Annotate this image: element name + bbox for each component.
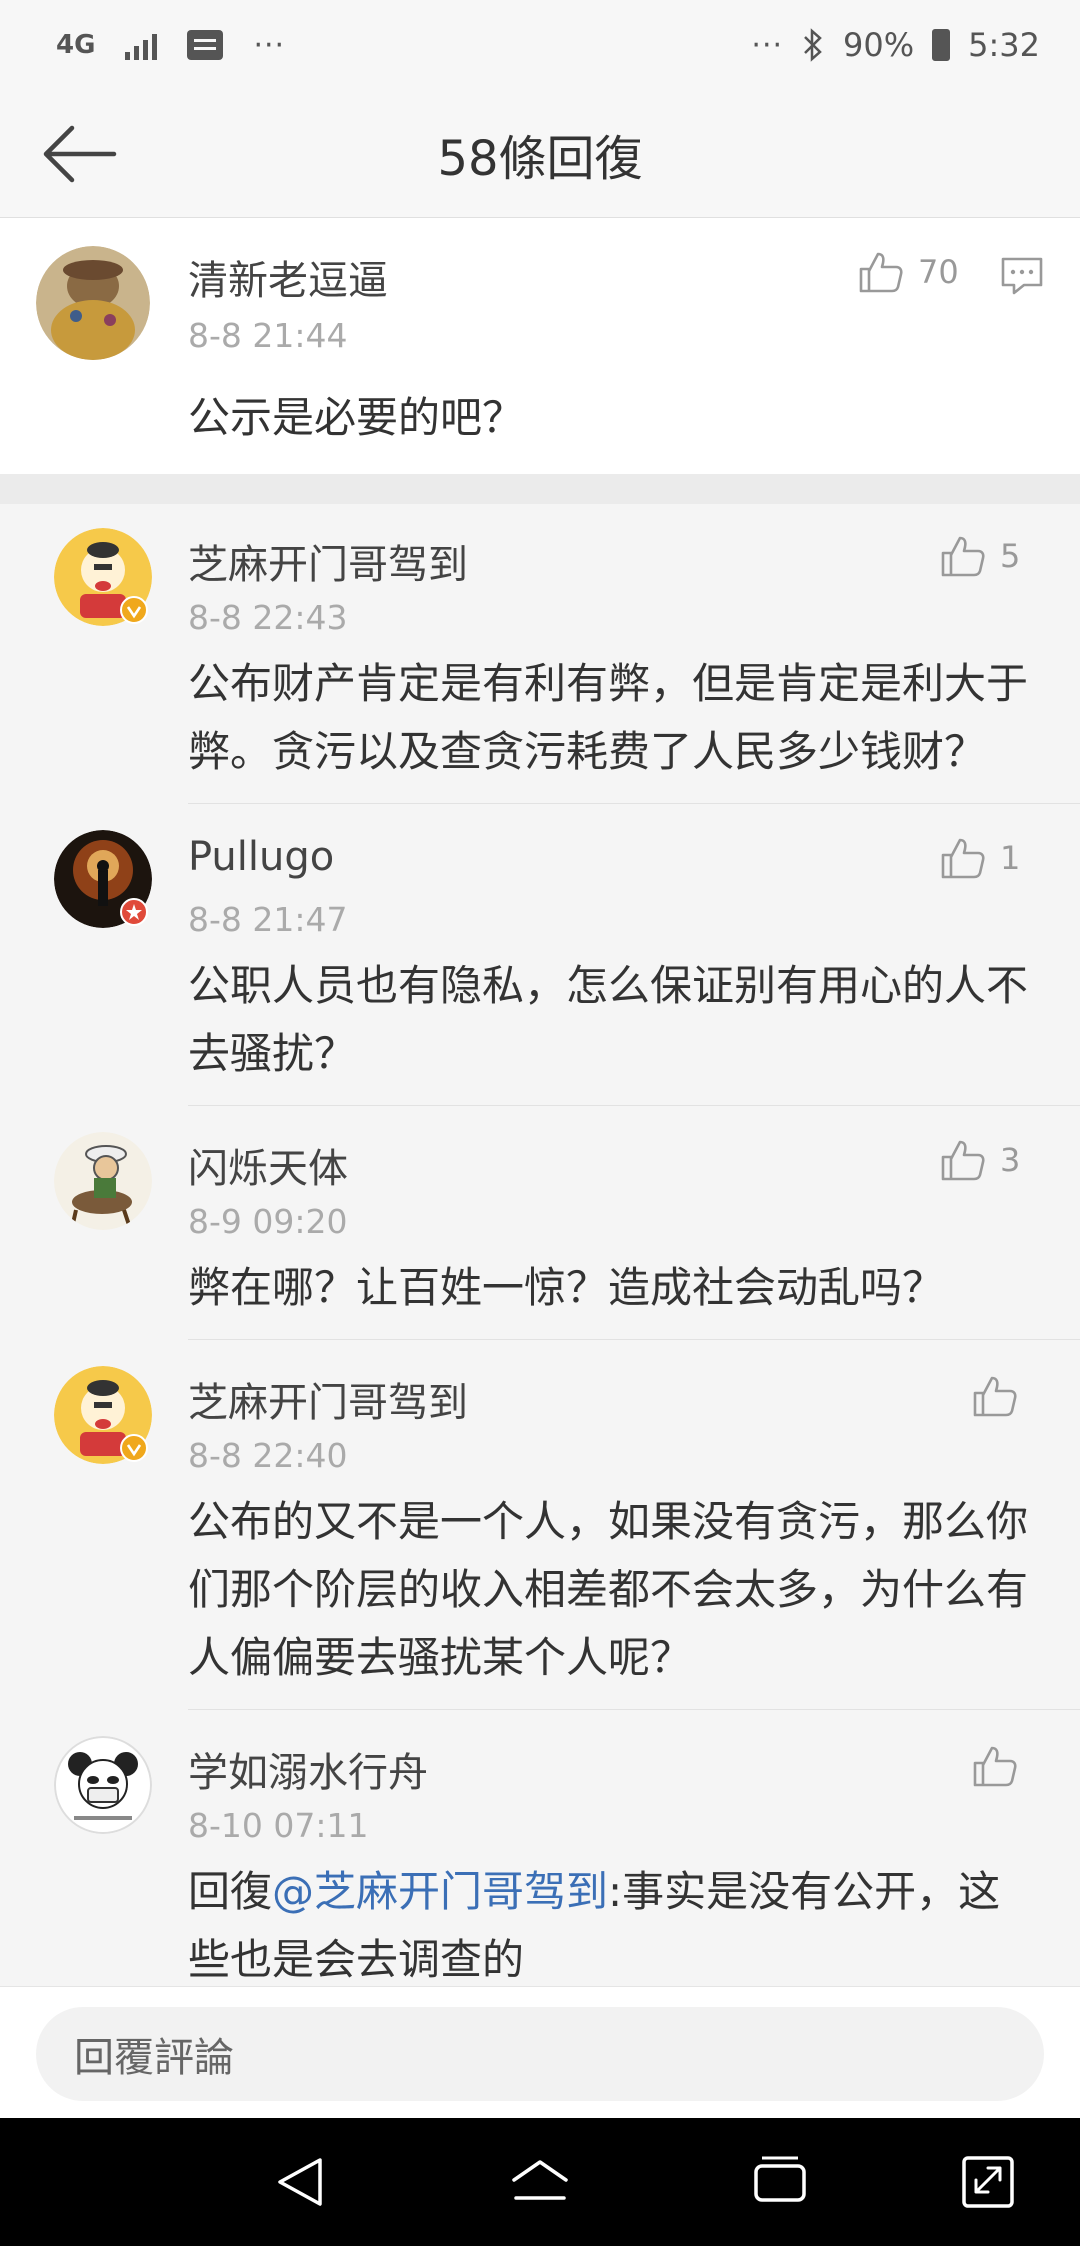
more-status-indicator: ··· xyxy=(751,27,784,63)
top-bar: 58條回復 xyxy=(0,90,1080,218)
avatar[interactable] xyxy=(54,1736,152,1834)
thumbs-up-icon xyxy=(859,252,903,293)
battery-percent: 90% xyxy=(843,26,915,64)
comment-text: 公布的又不是一个人，如果没有贪污，那么你 们那个阶层的收入相差都不会太多，为什么… xyxy=(188,1497,1029,1682)
clock: 5:32 xyxy=(968,26,1040,64)
nav-home-icon[interactable] xyxy=(508,2152,572,2212)
thumbs-up-icon xyxy=(941,536,985,577)
reply-input[interactable]: 回覆評論 xyxy=(36,2007,1044,2101)
back-arrow-icon[interactable] xyxy=(40,122,120,186)
list-item: 芝麻开门哥驾到 8-8 22:40 公布的又不是一个人，如果没有贪污，那么你 们… xyxy=(0,1340,1080,1710)
comment-text: 公示是必要的吧？ xyxy=(188,393,525,442)
timestamp: 8-8 22:43 xyxy=(188,598,348,637)
list-item: Pullugo 8-8 21:47 公职人员也有隐私，怎么保证别有用心的人不 去… xyxy=(0,804,1080,1106)
timestamp: 8-9 09:20 xyxy=(188,1202,348,1241)
comment-text: 公职人员也有隐私，怎么保证别有用心的人不 去骚扰？ xyxy=(188,961,1029,1078)
list-item: 芝麻开门哥驾到 8-8 22:43 公布财产肯定是有利有弊，但是肯定是利大于 弊… xyxy=(0,504,1080,804)
like-count: 3 xyxy=(1000,1141,1021,1179)
thumbs-up-icon xyxy=(941,838,985,879)
username[interactable]: 学如溺水行舟 xyxy=(188,1740,428,1798)
comment-text: 弊在哪？让百姓一惊？造成社会动乱吗？ xyxy=(188,1263,945,1312)
like-count: 5 xyxy=(1000,537,1021,575)
verified-badge-icon xyxy=(120,1434,148,1462)
avatar[interactable] xyxy=(54,1132,152,1230)
network-type: 4G xyxy=(56,30,96,60)
status-bar: 4G ··· ··· 90% 5:32 xyxy=(0,0,1080,90)
timestamp: 8-8 21:44 xyxy=(188,316,348,355)
thumbs-up-icon xyxy=(973,1746,1017,1787)
username[interactable]: 芝麻开门哥驾到 xyxy=(188,1370,468,1428)
nav-recents-icon[interactable] xyxy=(748,2152,812,2212)
like-button[interactable] xyxy=(972,1374,1032,1418)
status-right: ··· 90% 5:32 xyxy=(751,26,1040,64)
username[interactable]: 芝麻开门哥驾到 xyxy=(188,532,468,590)
battery-icon xyxy=(932,29,951,61)
nav-expand-icon[interactable] xyxy=(956,2152,1020,2212)
verified-badge-icon xyxy=(120,596,148,624)
like-button[interactable]: 1 xyxy=(940,836,1020,880)
nav-back-icon[interactable] xyxy=(270,2152,334,2212)
like-button[interactable]: 70 xyxy=(858,250,959,294)
reply-comment-icon[interactable] xyxy=(1000,256,1044,296)
comment-text: 公布财产肯定是有利有弊，但是肯定是利大于 弊。贪污以及查贪污耗费了人民多少钱财？ xyxy=(188,659,1029,776)
username[interactable]: Pullugo xyxy=(188,834,334,880)
like-button[interactable] xyxy=(972,1744,1032,1788)
section-separator xyxy=(0,474,1080,504)
thumbs-up-icon xyxy=(941,1140,985,1181)
more-notifications-indicator: ··· xyxy=(253,27,286,63)
avatar[interactable] xyxy=(36,246,150,360)
like-button[interactable]: 3 xyxy=(940,1138,1020,1182)
reply-input-bar: 回覆評論 xyxy=(0,1986,1080,2118)
main-comment: 清新老逗逼 8-8 21:44 公示是必要的吧？ 70 xyxy=(0,218,1080,474)
red-badge-icon xyxy=(120,898,148,926)
reply-list: 芝麻开门哥驾到 8-8 22:43 公布财产肯定是有利有弊，但是肯定是利大于 弊… xyxy=(0,504,1080,1986)
timestamp: 8-10 07:11 xyxy=(188,1806,369,1845)
bluetooth-icon xyxy=(804,28,822,62)
message-notification-icon xyxy=(187,30,224,60)
signal-icon xyxy=(125,30,158,60)
list-item: 学如溺水行舟 8-10 07:11 回復@芝麻开门哥驾到:事实是没有公开，这 些… xyxy=(0,1710,1080,1986)
list-item: 闪烁天体 8-9 09:20 弊在哪？让百姓一惊？造成社会动乱吗？ 3 xyxy=(0,1106,1080,1340)
comment-text: 回復@芝麻开门哥驾到:事实是没有公开，这 些也是会去调查的 xyxy=(188,1867,1001,1984)
page-title: 58條回復 xyxy=(437,130,643,187)
status-left: 4G ··· xyxy=(56,28,285,63)
thumbs-up-icon xyxy=(973,1376,1017,1417)
timestamp: 8-8 22:40 xyxy=(188,1436,348,1475)
like-count: 1 xyxy=(1000,839,1021,877)
like-button[interactable]: 5 xyxy=(940,534,1020,578)
username[interactable]: 闪烁天体 xyxy=(188,1136,348,1194)
like-count: 70 xyxy=(918,253,959,291)
mention-link[interactable]: @芝麻开门哥驾到 xyxy=(272,1867,608,1916)
timestamp: 8-8 21:47 xyxy=(188,900,348,939)
username[interactable]: 清新老逗逼 xyxy=(188,248,388,306)
system-nav-bar xyxy=(0,2118,1080,2246)
